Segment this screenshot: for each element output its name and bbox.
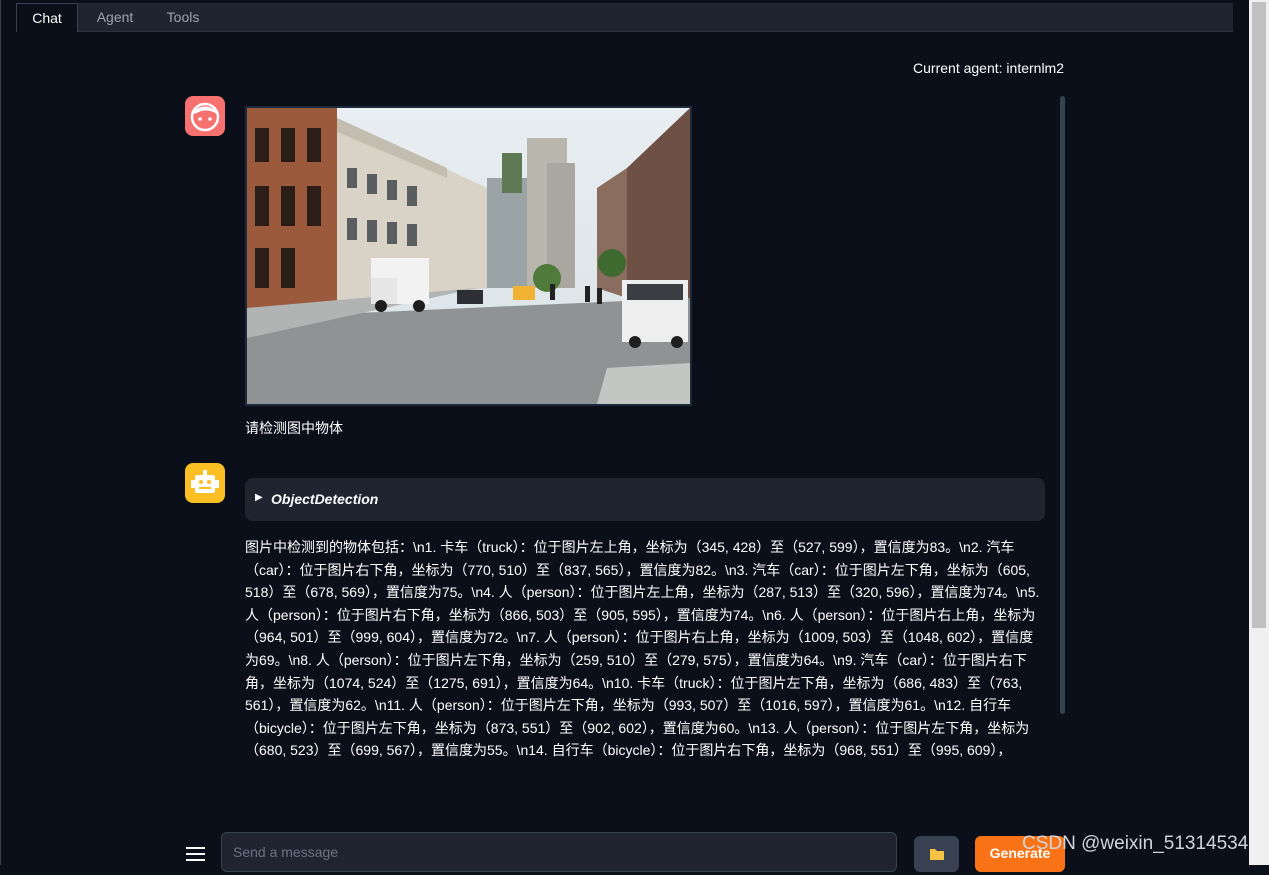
tool-name-label: ObjectDetection [271, 491, 379, 507]
tab-tools[interactable]: Tools [154, 3, 212, 31]
hamburger-menu-icon[interactable] [186, 845, 206, 865]
current-agent-label: Current agent: internlm2 [913, 60, 1064, 76]
tab-agent[interactable]: Agent [82, 3, 148, 31]
message-input-box[interactable] [221, 832, 897, 872]
page-scrollbar-thumb[interactable] [1252, 2, 1266, 628]
street-scene-photo [245, 106, 692, 406]
user-avatar-icon [185, 96, 225, 136]
user-message-text: 请检测图中物体 [245, 420, 343, 436]
csdn-watermark: CSDN @weixin_51314534 [1022, 833, 1249, 854]
expand-triangle-icon: ▶ [255, 492, 263, 503]
tab-chat[interactable]: Chat [16, 3, 78, 32]
chat-scrollbar[interactable] [1060, 96, 1065, 714]
upload-button[interactable] [914, 836, 959, 872]
bot-message-text: 图片中检测到的物体包括：\n1. 卡车（truck）：位于图片左上角，坐标为（3… [245, 539, 1044, 759]
tool-call-accordion[interactable]: ▶ ObjectDetection [245, 478, 1045, 521]
message-input[interactable] [231, 843, 885, 861]
window-edge [0, 0, 1, 865]
tab-bar: Chat Agent Tools [16, 3, 1233, 32]
folder-icon [930, 849, 944, 860]
robot-avatar-icon [185, 463, 225, 503]
